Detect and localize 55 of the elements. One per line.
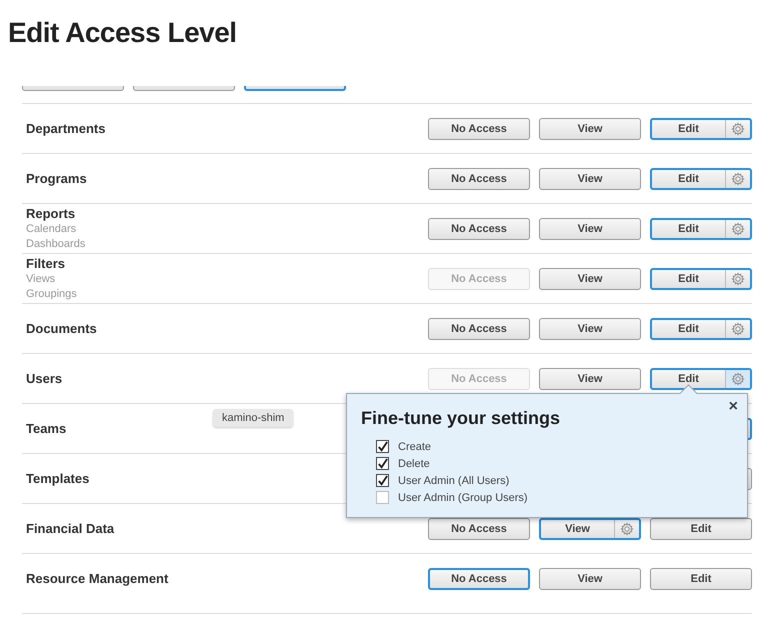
gear-icon <box>731 272 745 286</box>
checkbox-label: Create <box>398 440 432 452</box>
access-button[interactable]: No Access <box>428 168 530 190</box>
access-button[interactable]: View <box>539 268 641 290</box>
access-button[interactable]: No Access <box>428 568 530 590</box>
row-label: Departments <box>26 120 106 136</box>
checkbox-label: User Admin (All Users) <box>398 474 510 486</box>
access-button[interactable]: View <box>539 218 641 240</box>
access-button[interactable]: View <box>539 368 641 390</box>
row-label: Documents <box>26 320 97 336</box>
row-label: Reports <box>26 206 76 222</box>
gear-icon <box>731 322 745 336</box>
page-title: Edit Access Level <box>7 16 238 50</box>
sub-label: Groupings <box>26 286 77 302</box>
access-button[interactable]: Edit <box>650 318 752 340</box>
access-button[interactable]: Edit <box>650 518 752 540</box>
sub-label: Dashboards <box>26 236 86 252</box>
access-button[interactable]: No Access <box>428 318 530 340</box>
gear-icon <box>731 372 745 386</box>
sub-label: Calendars <box>26 222 78 236</box>
row-label: Teams <box>26 420 66 436</box>
checkbox-label: User Admin (Group Users) <box>398 492 528 504</box>
access-button[interactable]: Edit <box>650 568 752 590</box>
gear-icon <box>620 522 634 536</box>
checkbox-label: Delete <box>398 458 430 470</box>
tooltip: kamino-shim <box>213 409 294 427</box>
gear-icon <box>731 222 745 236</box>
checkbox[interactable] <box>376 440 389 453</box>
row-label: Filters <box>26 256 66 272</box>
access-button[interactable]: No Access <box>428 118 530 140</box>
row-label: Financial Data <box>26 520 114 536</box>
access-button[interactable]: No Access <box>428 218 530 240</box>
row-label: Templates <box>26 470 90 486</box>
checkbox[interactable] <box>376 474 389 487</box>
access-button[interactable]: Edit <box>650 118 752 140</box>
access-button[interactable]: View <box>539 318 641 340</box>
access-button[interactable]: No Access <box>428 518 530 540</box>
access-button[interactable]: View <box>539 518 641 540</box>
access-button[interactable]: View <box>539 168 641 190</box>
row-label: Programs <box>26 170 87 186</box>
popover-title: Fine-tune your settings <box>361 408 562 429</box>
access-button[interactable]: Edit <box>650 268 752 290</box>
gear-icon <box>731 172 745 186</box>
row-label: Resource Management <box>26 570 168 586</box>
access-button[interactable]: View <box>539 568 641 590</box>
access-button[interactable]: View <box>539 118 641 140</box>
row-label: Users <box>26 370 62 386</box>
gear-icon <box>731 122 745 136</box>
checkbox[interactable] <box>376 457 389 470</box>
access-button[interactable]: Edit <box>650 218 752 240</box>
access-button[interactable]: Edit <box>650 168 752 190</box>
access-button[interactable]: Edit <box>650 368 752 390</box>
sub-label: Views <box>26 272 56 286</box>
checkbox[interactable] <box>376 491 389 504</box>
close-button[interactable]: × <box>726 398 741 416</box>
